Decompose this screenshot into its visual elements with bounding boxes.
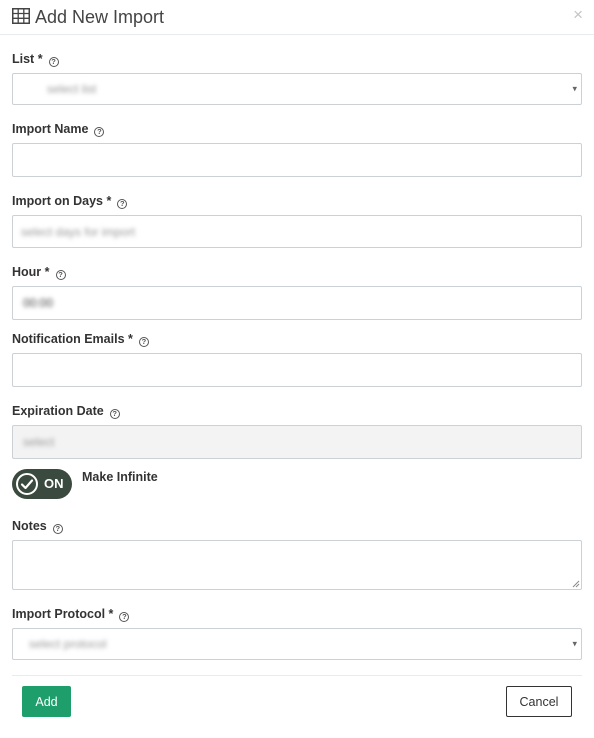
make-infinite-toggle[interactable]: ON [12, 469, 72, 499]
table-icon [12, 8, 30, 24]
expiration-date-label: Expiration Date? [12, 403, 120, 419]
modal-header: Add New Import × [0, 0, 594, 35]
help-icon[interactable]: ? [52, 524, 63, 534]
close-icon[interactable]: × [573, 5, 583, 25]
list-select[interactable]: select list ▾ [12, 73, 582, 105]
notes-textarea[interactable] [12, 540, 582, 590]
list-label: List *? [12, 51, 59, 67]
modal-title: Add New Import [35, 7, 165, 27]
list-select-placeholder: select list [47, 82, 97, 96]
hour-input[interactable]: 00:00 [12, 286, 582, 320]
help-icon[interactable]: ? [109, 409, 120, 419]
expiration-date-placeholder: select [23, 435, 55, 449]
hour-label: Hour *? [12, 264, 66, 280]
toggle-state-text: ON [44, 476, 64, 491]
add-button[interactable]: Add [22, 686, 71, 717]
cancel-button[interactable]: Cancel [506, 686, 572, 717]
import-protocol-label: Import Protocol *? [12, 606, 130, 622]
import-name-label: Import Name? [12, 121, 105, 137]
hour-value: 00:00 [23, 296, 54, 310]
import-protocol-placeholder: select protocol [29, 637, 107, 651]
check-circle-icon [16, 473, 38, 495]
help-icon[interactable]: ? [138, 337, 149, 347]
chevron-down-icon: ▾ [572, 83, 577, 94]
import-days-placeholder: select days for import [21, 224, 136, 239]
help-icon[interactable]: ? [55, 270, 66, 280]
help-icon[interactable]: ? [119, 612, 130, 622]
help-icon[interactable]: ? [48, 57, 59, 67]
resize-handle-icon[interactable] [572, 580, 580, 588]
notes-label: Notes? [12, 518, 63, 534]
chevron-down-icon: ▾ [572, 638, 577, 649]
notification-emails-label: Notification Emails *? [12, 331, 149, 347]
import-protocol-select[interactable]: select protocol ▾ [12, 628, 582, 660]
make-infinite-label: Make Infinite [82, 470, 158, 484]
import-days-select[interactable]: select days for import [12, 215, 582, 248]
notification-emails-input[interactable] [12, 353, 582, 387]
help-icon[interactable]: ? [94, 127, 105, 137]
expiration-date-input[interactable]: select [12, 425, 582, 459]
import-name-input[interactable] [12, 143, 582, 177]
import-days-label: Import on Days *? [12, 193, 128, 209]
footer-divider [12, 675, 582, 676]
help-icon[interactable]: ? [117, 199, 128, 209]
